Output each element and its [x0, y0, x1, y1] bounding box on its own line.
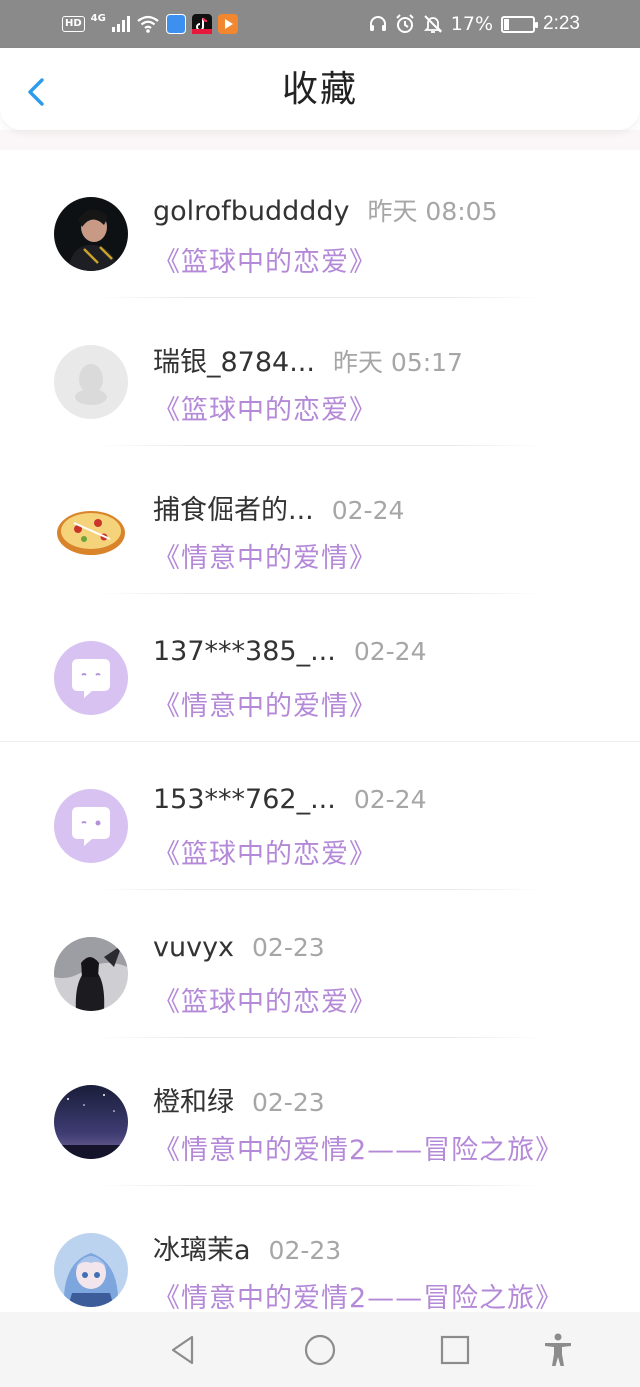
- signal-icon: [111, 16, 130, 32]
- book-title[interactable]: 《情意中的爱情》: [153, 536, 377, 575]
- avatar: [54, 641, 128, 715]
- list-item[interactable]: vuvyx 02-23 《篮球中的恋爱》: [0, 890, 640, 1038]
- wifi-icon: [137, 15, 159, 33]
- item-header: vuvyx 02-23: [153, 932, 325, 963]
- timestamp: 02-24: [353, 785, 427, 814]
- battery-percent: 17%: [450, 13, 494, 35]
- username: vuvyx: [153, 932, 235, 963]
- app-store-icon: [165, 14, 186, 34]
- nav-accessibility-button[interactable]: [540, 1332, 576, 1368]
- timestamp: 02-23: [268, 1236, 342, 1265]
- username: 橙和绿: [153, 1087, 234, 1118]
- avatar: [54, 789, 128, 863]
- header-shadow-strip: [0, 130, 640, 150]
- mute-bell-icon: [423, 15, 442, 33]
- timestamp: 昨天 05:17: [332, 348, 463, 377]
- battery-level: [504, 18, 509, 30]
- book-title[interactable]: 《篮球中的恋爱》: [153, 240, 377, 279]
- timestamp: 02-24: [353, 637, 427, 666]
- item-header: 153***762_... 02-24: [153, 784, 426, 815]
- timestamp: 02-23: [252, 1088, 325, 1117]
- book-title[interactable]: 《篮球中的恋爱》: [153, 980, 377, 1019]
- username: 捕食倔者的...: [153, 495, 314, 526]
- back-triangle-icon: [171, 1335, 194, 1365]
- username: golrofbuddddy: [153, 196, 350, 227]
- video-app-icon: [217, 14, 238, 34]
- avatar: [54, 937, 128, 1011]
- recents-square-icon: [440, 1335, 470, 1365]
- header: 收藏: [0, 48, 640, 130]
- alarm-icon: [396, 14, 414, 33]
- book-title[interactable]: 《情意中的爱情》: [153, 684, 377, 723]
- book-title[interactable]: 《情意中的爱情2——冒险之旅》: [153, 1276, 563, 1315]
- list-item[interactable]: 捕食倔者的... 02-24 《情意中的爱情》: [0, 446, 640, 594]
- item-header: 瑞银_8784... 昨天 05:17: [153, 340, 463, 379]
- hd-icon: HD: [62, 16, 85, 32]
- page-title: 收藏: [281, 69, 358, 110]
- avatar: [54, 493, 128, 567]
- item-header: 捕食倔者的... 02-24: [153, 488, 404, 527]
- timestamp: 02-24: [331, 496, 405, 525]
- home-circle-icon: [304, 1334, 336, 1366]
- list-item[interactable]: 橙和绿 02-23 《情意中的爱情2——冒险之旅》: [0, 1038, 640, 1186]
- username: 瑞银_8784...: [153, 347, 315, 378]
- avatar: [54, 1085, 128, 1159]
- status-bar: HD 4G 17% 2:23: [0, 0, 640, 48]
- avatar: [54, 197, 128, 271]
- username: 153***762_...: [153, 784, 336, 815]
- tiktok-icon: [191, 14, 212, 34]
- status-left: HD 4G: [62, 12, 238, 36]
- list-item[interactable]: golrofbuddddy 昨天 08:05 《篮球中的恋爱》: [0, 150, 640, 298]
- book-title[interactable]: 《情意中的爱情2——冒险之旅》: [153, 1128, 563, 1167]
- network-type: 4G: [90, 12, 106, 24]
- avatar: [54, 1233, 128, 1307]
- battery-icon: [501, 15, 539, 33]
- nav-home-button[interactable]: [302, 1332, 338, 1368]
- item-header: 橙和绿 02-23: [153, 1080, 325, 1119]
- avatar: [54, 345, 128, 419]
- accessibility-icon: [545, 1333, 571, 1366]
- favorites-list: golrofbuddddy 昨天 08:05 《篮球中的恋爱》 瑞银_8784.…: [0, 150, 640, 1334]
- nav-recents-button[interactable]: [437, 1332, 473, 1368]
- list-item[interactable]: 瑞银_8784... 昨天 05:17 《篮球中的恋爱》: [0, 298, 640, 446]
- timestamp: 02-23: [252, 933, 325, 962]
- clock: 2:23: [543, 13, 580, 34]
- system-nav-bar: [0, 1312, 640, 1387]
- nav-back-button[interactable]: [165, 1332, 201, 1368]
- timestamp: 昨天 08:05: [367, 197, 498, 226]
- status-right: 17% 2:23: [369, 12, 580, 36]
- headphones-icon: [369, 16, 386, 31]
- username: 冰璃茉a: [153, 1235, 251, 1266]
- list-item[interactable]: 153***762_... 02-24 《篮球中的恋爱》: [0, 742, 640, 890]
- item-header: golrofbuddddy 昨天 08:05: [153, 192, 497, 228]
- book-title[interactable]: 《篮球中的恋爱》: [153, 832, 377, 871]
- list-item[interactable]: 137***385_... 02-24 《情意中的爱情》: [0, 594, 640, 742]
- book-title[interactable]: 《篮球中的恋爱》: [153, 388, 377, 427]
- item-header: 137***385_... 02-24: [153, 636, 426, 667]
- username: 137***385_...: [153, 636, 336, 667]
- item-header: 冰璃茉a 02-23: [153, 1228, 341, 1267]
